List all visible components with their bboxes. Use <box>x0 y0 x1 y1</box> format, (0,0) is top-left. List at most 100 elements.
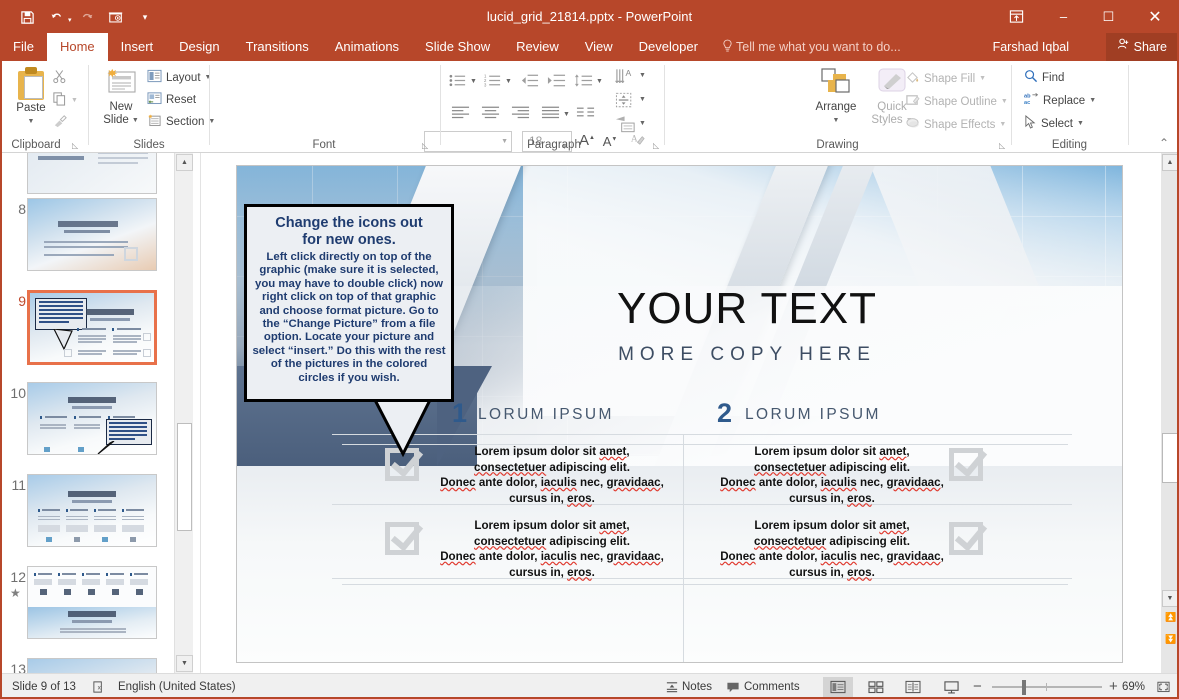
text-direction-icon[interactable]: A <box>615 67 637 89</box>
line-spacing-icon[interactable] <box>574 73 593 91</box>
select-caret[interactable]: ▼ <box>1077 120 1084 127</box>
tab-design[interactable]: Design <box>166 33 232 61</box>
zoom-percentage[interactable]: 69% <box>1122 674 1145 699</box>
align-right-icon[interactable] <box>511 105 530 122</box>
bullets-icon[interactable] <box>449 73 467 91</box>
section-button[interactable]: Section ▼ <box>147 113 215 130</box>
bullets-caret[interactable]: ▼ <box>470 78 477 85</box>
tab-transitions[interactable]: Transitions <box>233 33 322 61</box>
cell-text-r1c2[interactable]: Lorem ipsum dolor sit amet, consectetuer… <box>717 444 947 506</box>
shape-fill-button[interactable]: Shape Fill ▼ <box>905 70 986 87</box>
cell-text-r2c2[interactable]: Lorem ipsum dolor sit amet, consectetuer… <box>717 518 947 580</box>
reset-button[interactable]: Reset <box>147 91 196 108</box>
comments-icon[interactable] <box>726 674 740 699</box>
normal-view-button[interactable] <box>823 677 853 697</box>
slide-thumbnail-11[interactable] <box>27 474 157 547</box>
notes-icon[interactable] <box>665 674 679 699</box>
justify-icon[interactable] <box>541 105 560 122</box>
paragraph-dialog-launcher[interactable]: ◺ <box>653 141 659 150</box>
align-text-icon[interactable] <box>615 91 637 113</box>
close-button[interactable]: ✕ <box>1131 0 1179 33</box>
new-slide-dropdown-caret[interactable]: ▼ <box>132 114 139 127</box>
zoom-slider-track[interactable] <box>992 686 1102 688</box>
account-name[interactable]: Farshad Iqbal <box>993 33 1069 61</box>
smartart-caret[interactable]: ▼ <box>639 120 646 127</box>
thumbnail-scroll-up-button[interactable]: ▲ <box>176 154 193 171</box>
zoom-out-button[interactable]: − <box>973 674 982 699</box>
replace-caret[interactable]: ▼ <box>1089 97 1096 104</box>
slide-title[interactable]: YOUR TEXT <box>547 284 947 334</box>
maximize-button[interactable]: ☐ <box>1086 0 1131 33</box>
scroll-up-button[interactable]: ▲ <box>1162 154 1178 171</box>
zoom-slider-handle[interactable] <box>1022 680 1026 695</box>
replace-button[interactable]: abac Replace ▼ <box>1024 92 1096 109</box>
fit-to-window-button[interactable] <box>1156 674 1171 699</box>
current-slide[interactable]: YOUR TEXT MORE COPY HERE 1 LORUM IPSUM 2… <box>236 165 1123 663</box>
cell-text-r2c1[interactable]: Lorem ipsum dolor sit amet, consectetuer… <box>437 518 667 580</box>
line-spacing-caret[interactable]: ▼ <box>596 78 603 85</box>
drawing-dialog-launcher[interactable]: ◺ <box>999 141 1005 150</box>
slide-thumbnail-7[interactable] <box>27 153 157 194</box>
justify-caret[interactable]: ▼ <box>563 111 570 118</box>
align-center-icon[interactable] <box>481 105 500 122</box>
thumbnail-panel-scrollbar[interactable]: ▲ ▼ <box>174 153 193 673</box>
paste-button[interactable]: Paste ▼ <box>8 67 54 128</box>
slide-thumbnail-10[interactable] <box>27 382 157 455</box>
thumbnail-scroll-down-button[interactable]: ▼ <box>176 655 193 672</box>
select-button[interactable]: Select ▼ <box>1024 115 1084 132</box>
panel-splitter[interactable] <box>193 153 201 673</box>
paste-dropdown-caret[interactable]: ▼ <box>28 115 35 128</box>
clipboard-dialog-launcher[interactable]: ◺ <box>72 141 78 150</box>
copy-dropdown-caret[interactable]: ▼ <box>71 97 78 104</box>
reading-view-button[interactable] <box>898 677 928 697</box>
shape-effects-caret[interactable]: ▼ <box>999 121 1006 128</box>
arrange-button[interactable]: Arrange ▼ <box>810 67 862 127</box>
scrollbar-thumb[interactable] <box>1162 433 1178 483</box>
notes-button[interactable]: Notes <box>682 674 712 699</box>
decrease-indent-icon[interactable] <box>520 73 539 91</box>
comments-button[interactable]: Comments <box>744 674 800 699</box>
slide-thumbnail-8[interactable] <box>27 198 157 271</box>
tab-animations[interactable]: Animations <box>322 33 412 61</box>
increase-indent-icon[interactable] <box>547 73 566 91</box>
shape-fill-caret[interactable]: ▼ <box>979 75 986 82</box>
shape-outline-button[interactable]: Shape Outline ▼ <box>905 93 1008 110</box>
text-direction-caret[interactable]: ▼ <box>639 72 646 79</box>
tab-view[interactable]: View <box>572 33 626 61</box>
slideshow-view-button[interactable] <box>936 677 966 697</box>
spellcheck-icon[interactable]: x <box>92 674 106 699</box>
new-slide-button[interactable]: New Slide ▼ <box>97 67 145 127</box>
slide-thumbnail-13[interactable] <box>27 658 157 673</box>
tab-file[interactable]: File <box>0 33 47 61</box>
slide-sorter-button[interactable] <box>861 677 891 697</box>
tell-me-search[interactable]: Tell me what you want to do... <box>718 33 901 61</box>
copy-button[interactable]: ▼ <box>52 91 78 109</box>
columns-icon[interactable] <box>576 105 595 122</box>
tab-home[interactable]: Home <box>47 33 108 61</box>
column-1-heading[interactable]: LORUM IPSUM <box>478 406 614 424</box>
checkbox-r2c2[interactable] <box>949 518 989 558</box>
arrange-caret[interactable]: ▼ <box>833 114 840 127</box>
scroll-down-button[interactable]: ▼ <box>1162 590 1178 607</box>
align-text-caret[interactable]: ▼ <box>639 96 646 103</box>
previous-slide-button[interactable]: ⏫ <box>1165 612 1176 623</box>
align-left-icon[interactable] <box>451 105 470 122</box>
next-slide-button[interactable]: ⏬ <box>1165 634 1176 645</box>
slide-editing-area[interactable]: YOUR TEXT MORE COPY HERE 1 LORUM IPSUM 2… <box>201 153 1161 673</box>
slide-thumbnail-panel[interactable]: 8 9 <box>0 153 193 673</box>
checkbox-r2c1[interactable] <box>385 518 425 558</box>
slide-subtitle[interactable]: MORE COPY HERE <box>527 344 967 366</box>
tab-insert[interactable]: Insert <box>108 33 167 61</box>
collapse-ribbon-button[interactable]: ⌃ <box>1159 136 1169 150</box>
layout-button[interactable]: Layout ▼ <box>147 69 211 86</box>
shape-effects-button[interactable]: Shape Effects ▼ <box>905 116 1006 133</box>
shape-outline-caret[interactable]: ▼ <box>1001 98 1008 105</box>
font-dialog-launcher[interactable]: ◺ <box>422 141 428 150</box>
slide-thumbnail-12[interactable] <box>27 566 157 639</box>
numbering-icon[interactable]: 123 <box>484 73 502 91</box>
zoom-in-button[interactable]: + <box>1109 674 1118 699</box>
ribbon-display-options-button[interactable] <box>994 0 1039 33</box>
callout-textbox[interactable]: Change the icons outfor new ones. Left c… <box>244 204 454 402</box>
checkbox-r1c2[interactable] <box>949 444 989 484</box>
numbering-caret[interactable]: ▼ <box>505 78 512 85</box>
